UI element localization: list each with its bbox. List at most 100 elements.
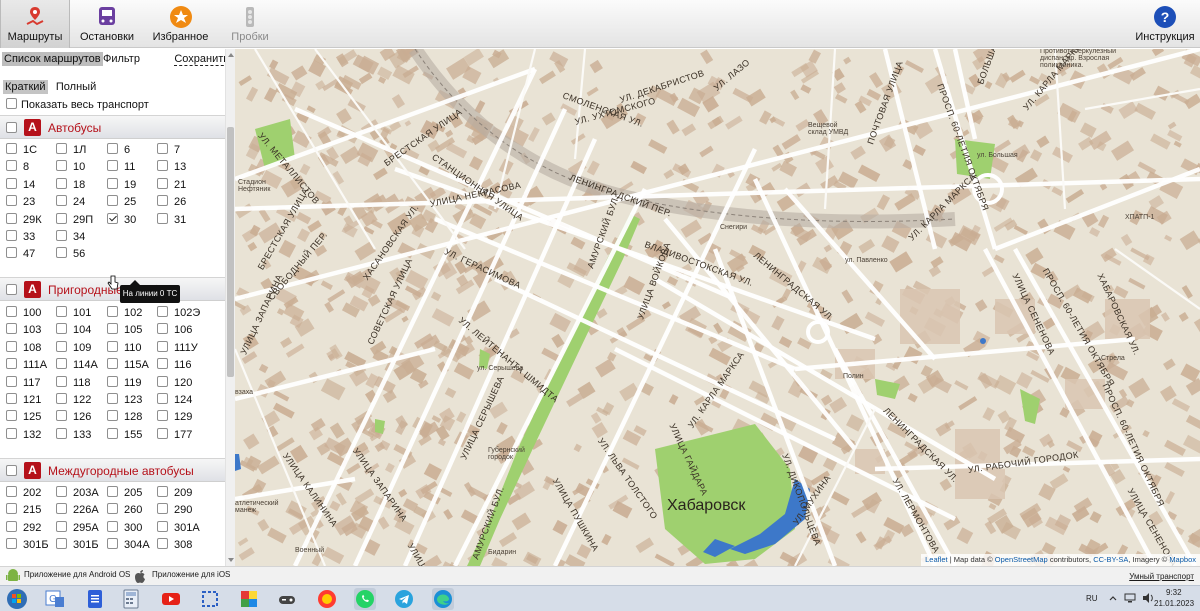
route-item[interactable]: 102Э xyxy=(157,306,207,322)
route-checkbox[interactable] xyxy=(157,212,168,224)
route-checkbox[interactable] xyxy=(157,520,168,532)
tab-filter[interactable]: Фильтр xyxy=(101,52,142,66)
route-checkbox[interactable] xyxy=(56,538,67,550)
category-checkbox[interactable] xyxy=(6,122,17,133)
paint-icon[interactable] xyxy=(238,588,260,610)
route-item[interactable]: 121 xyxy=(6,393,56,409)
route-item[interactable]: 24 xyxy=(56,195,106,211)
route-item[interactable]: 19 xyxy=(107,177,157,194)
route-checkbox[interactable] xyxy=(56,306,67,317)
route-item[interactable]: 102 xyxy=(107,306,157,322)
route-checkbox[interactable] xyxy=(107,520,118,532)
route-checkbox[interactable] xyxy=(56,143,67,154)
edge-browser-icon[interactable] xyxy=(432,588,454,610)
route-checkbox[interactable] xyxy=(6,340,17,352)
show-all-checkbox[interactable] xyxy=(6,98,17,109)
category-checkbox[interactable] xyxy=(6,284,17,295)
route-item[interactable]: 111А xyxy=(6,358,56,374)
route-item[interactable]: 18 xyxy=(56,177,106,194)
route-checkbox[interactable] xyxy=(107,538,118,550)
route-item[interactable]: 33 xyxy=(6,230,56,246)
route-checkbox[interactable] xyxy=(56,427,67,439)
youtube-icon[interactable] xyxy=(160,588,182,610)
scroll-down-arrow-icon[interactable] xyxy=(228,558,234,562)
route-item[interactable]: 1С xyxy=(6,143,56,159)
route-checkbox[interactable] xyxy=(157,143,168,154)
route-checkbox[interactable] xyxy=(6,160,17,172)
route-checkbox[interactable] xyxy=(6,195,17,207)
route-item[interactable]: 100 xyxy=(6,306,56,322)
game-controller-icon[interactable] xyxy=(276,588,298,610)
route-checkbox[interactable] xyxy=(107,427,118,439)
route-checkbox[interactable] xyxy=(157,375,168,387)
route-checkbox[interactable] xyxy=(157,538,168,550)
route-item[interactable]: 14 xyxy=(6,177,56,194)
category-checkbox[interactable] xyxy=(6,465,17,476)
route-checkbox[interactable] xyxy=(157,486,168,497)
route-item[interactable]: 226А xyxy=(56,503,106,519)
route-checkbox[interactable] xyxy=(56,340,67,352)
ccbysa-link[interactable]: CC-BY-SA xyxy=(1093,555,1128,564)
route-item[interactable]: 29К xyxy=(6,212,56,229)
route-item[interactable]: 118 xyxy=(56,375,106,392)
route-checkbox[interactable] xyxy=(56,520,67,532)
route-item[interactable]: 8 xyxy=(6,160,56,176)
route-item[interactable]: 21 xyxy=(157,177,207,194)
route-item[interactable]: 108 xyxy=(6,340,56,357)
route-checkbox[interactable] xyxy=(157,177,168,189)
route-checkbox[interactable] xyxy=(157,160,168,172)
route-item[interactable]: 304А xyxy=(107,538,157,554)
route-item[interactable]: 1Л xyxy=(56,143,106,159)
route-item[interactable]: 203А xyxy=(56,486,106,502)
save-button[interactable]: Сохранить xyxy=(174,53,229,66)
route-item[interactable]: 301Б xyxy=(6,538,56,554)
route-checkbox[interactable] xyxy=(107,195,118,207)
route-checkbox[interactable] xyxy=(6,306,17,317)
route-item[interactable]: 114А xyxy=(56,358,106,374)
route-item[interactable]: 56 xyxy=(56,247,106,263)
route-item[interactable]: 116 xyxy=(157,358,207,374)
route-item[interactable]: 30 xyxy=(107,212,157,229)
route-checkbox[interactable] xyxy=(6,503,17,515)
routes-button[interactable]: Маршруты xyxy=(0,0,70,48)
route-item[interactable]: 209 xyxy=(157,486,207,502)
telegram-icon[interactable] xyxy=(393,588,415,610)
category-header[interactable]: А Междугородные автобусы xyxy=(0,458,226,482)
screenshot-icon[interactable] xyxy=(199,588,221,610)
route-checkbox[interactable] xyxy=(107,323,118,335)
route-checkbox[interactable] xyxy=(6,427,17,439)
translate-icon[interactable]: G xyxy=(44,588,66,610)
route-item[interactable]: 29П xyxy=(56,212,106,229)
route-item[interactable]: 128 xyxy=(107,410,157,426)
route-checkbox[interactable] xyxy=(107,212,118,224)
route-checkbox[interactable] xyxy=(6,323,17,335)
route-item[interactable]: 105 xyxy=(107,323,157,339)
osm-link[interactable]: OpenStreetMap xyxy=(995,555,1048,564)
favorites-button[interactable]: Избранное xyxy=(143,0,218,48)
language-indicator[interactable]: RU xyxy=(1086,594,1098,603)
route-item[interactable]: 25 xyxy=(107,195,157,211)
route-checkbox[interactable] xyxy=(6,230,17,241)
route-checkbox[interactable] xyxy=(107,340,118,352)
route-checkbox[interactable] xyxy=(157,340,168,352)
route-checkbox[interactable] xyxy=(56,486,67,497)
route-checkbox[interactable] xyxy=(107,503,118,515)
calculator-icon[interactable] xyxy=(120,588,142,610)
route-item[interactable]: 120 xyxy=(157,375,207,392)
android-app-link[interactable]: Приложение для Android OS xyxy=(24,570,130,579)
route-checkbox[interactable] xyxy=(107,393,118,404)
route-checkbox[interactable] xyxy=(157,427,168,439)
route-checkbox[interactable] xyxy=(56,375,67,387)
stops-button[interactable]: Остановки xyxy=(72,0,142,48)
clock-date[interactable]: 21.01.2023 xyxy=(1154,599,1194,608)
route-item[interactable]: 301А xyxy=(157,520,207,537)
route-item[interactable]: 104 xyxy=(56,323,106,339)
route-checkbox[interactable] xyxy=(56,247,67,259)
route-checkbox[interactable] xyxy=(56,195,67,207)
route-item[interactable]: 10 xyxy=(56,160,106,176)
route-checkbox[interactable] xyxy=(6,375,17,387)
route-item[interactable]: 260 xyxy=(107,503,157,519)
route-item[interactable]: 133 xyxy=(56,427,106,444)
route-item[interactable]: 292 xyxy=(6,520,56,537)
route-checkbox[interactable] xyxy=(6,247,17,259)
